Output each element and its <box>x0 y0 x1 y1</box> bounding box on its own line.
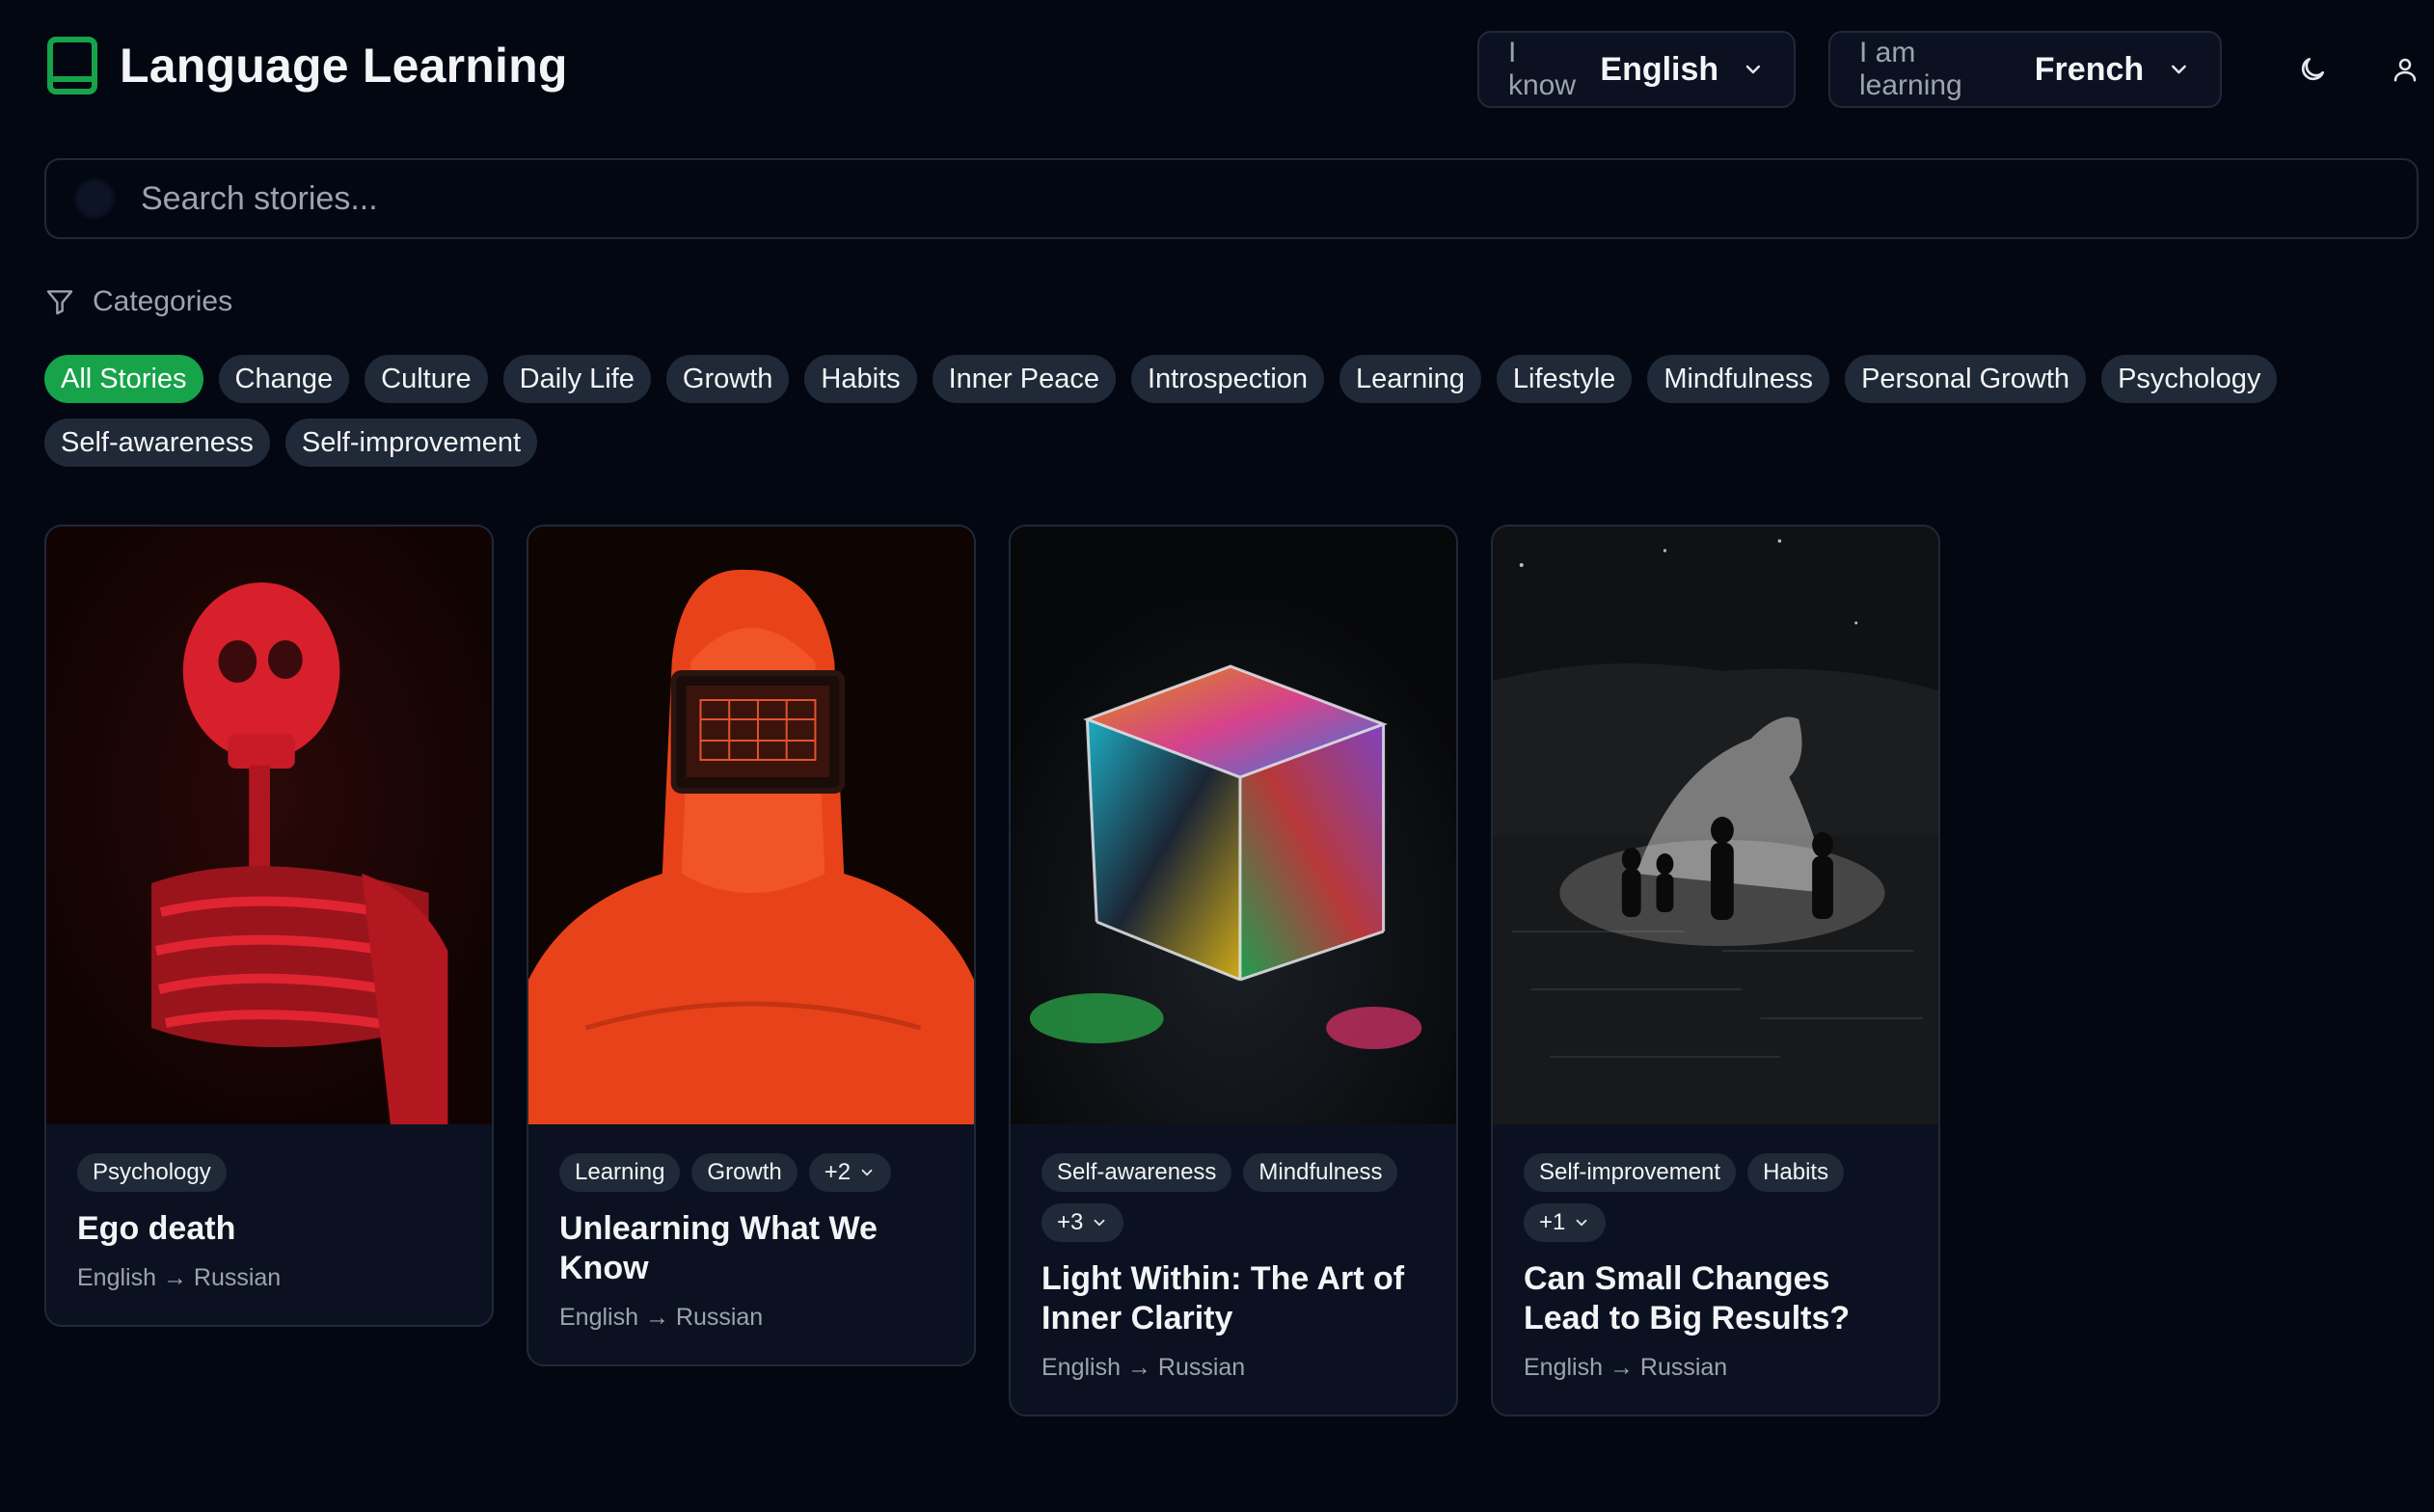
learning-language-select[interactable]: I am learning French <box>1828 31 2222 108</box>
story-languages: English → Russian <box>1041 1354 1246 1381</box>
category-chip-change[interactable]: Change <box>218 355 350 403</box>
header: Language Learning I know English I am le… <box>46 31 2417 112</box>
categories-heading: Categories <box>44 285 232 318</box>
story-tags: Self-awareness Mindfulness +3 <box>1041 1153 1425 1242</box>
book-icon <box>47 37 97 94</box>
category-chip-inner-peace[interactable]: Inner Peace <box>932 355 1116 403</box>
category-chip-lifestyle[interactable]: Lifestyle <box>1496 355 1633 403</box>
story-tag[interactable]: Growth <box>691 1153 798 1192</box>
more-tags-toggle[interactable]: +2 <box>808 1153 892 1192</box>
story-tag[interactable]: Mindfulness <box>1243 1153 1398 1192</box>
story-card-body: Learning Growth +2 Unlearning What We Kn… <box>528 1124 974 1364</box>
story-languages: English → Russian <box>559 1304 764 1331</box>
story-tag[interactable]: Habits <box>1747 1153 1845 1192</box>
user-icon <box>2393 58 2417 82</box>
story-card[interactable]: Self-improvement Habits +1 Can Small Cha… <box>1491 525 1940 1417</box>
filter-icon <box>46 290 73 315</box>
category-chip-all-stories[interactable]: All Stories <box>44 355 203 403</box>
category-chip-habits[interactable]: Habits <box>804 355 917 403</box>
page: Language Learning I know English I am le… <box>0 0 2434 1512</box>
story-tag[interactable]: Self-improvement <box>1524 1153 1737 1192</box>
category-chip-personal-growth[interactable]: Personal Growth <box>1845 355 2087 403</box>
moon-icon <box>2301 58 2324 81</box>
known-language-prefix: I know <box>1508 37 1577 101</box>
chevron-down-icon <box>2172 65 2187 74</box>
category-chip-daily-life[interactable]: Daily Life <box>502 355 651 403</box>
story-card-body: Self-awareness Mindfulness +3 Light With… <box>1011 1124 1456 1415</box>
category-chip-mindfulness[interactable]: Mindfulness <box>1647 355 1830 403</box>
story-image-prism-cube <box>1011 526 1456 1124</box>
category-chip-learning[interactable]: Learning <box>1339 355 1481 403</box>
story-image-ghost-figures-in-water <box>1493 526 1938 1124</box>
more-tags-count: +2 <box>824 1159 852 1185</box>
more-tags-toggle[interactable]: +1 <box>1524 1203 1607 1242</box>
category-chip-self-improvement[interactable]: Self-improvement <box>284 418 538 467</box>
user-menu-button[interactable] <box>2378 42 2432 96</box>
category-chip-growth[interactable]: Growth <box>665 355 790 403</box>
category-chip-introspection[interactable]: Introspection <box>1131 355 1325 403</box>
story-title[interactable]: Ego death <box>77 1209 461 1249</box>
story-tag[interactable]: Psychology <box>77 1153 227 1192</box>
story-card[interactable]: Psychology Ego death English → Russian <box>44 525 494 1327</box>
brand[interactable]: Language Learning <box>46 37 568 94</box>
category-chip-psychology[interactable]: Psychology <box>2101 355 2278 403</box>
chevron-down-icon <box>861 1169 873 1176</box>
category-chip-self-awareness[interactable]: Self-awareness <box>44 418 270 467</box>
categories-label: Categories <box>93 285 233 317</box>
story-image-red-skeleton <box>46 526 492 1124</box>
more-tags-count: +3 <box>1057 1209 1084 1235</box>
more-tags-count: +1 <box>1539 1209 1566 1235</box>
story-card-body: Psychology Ego death English → Russian <box>46 1124 492 1325</box>
app-title: Language Learning <box>120 39 568 93</box>
chevron-down-icon <box>1745 65 1761 74</box>
search-icon <box>75 179 114 218</box>
story-tags: Learning Growth +2 <box>559 1153 943 1192</box>
chevron-down-icon <box>1576 1219 1587 1227</box>
story-languages: English → Russian <box>77 1264 282 1291</box>
learning-language-value: French <box>2034 50 2145 88</box>
story-tag[interactable]: Self-awareness <box>1041 1153 1232 1192</box>
story-tags: Psychology <box>77 1153 461 1192</box>
theme-toggle-button[interactable] <box>2285 42 2339 96</box>
story-card-body: Self-improvement Habits +1 Can Small Cha… <box>1493 1124 1938 1415</box>
story-title[interactable]: Unlearning What We Know <box>559 1209 943 1288</box>
story-image-orange-figure-with-screen <box>528 526 974 1124</box>
story-card[interactable]: Self-awareness Mindfulness +3 Light With… <box>1009 525 1458 1417</box>
chevron-down-icon <box>1094 1219 1105 1227</box>
story-title[interactable]: Can Small Changes Lead to Big Results? <box>1524 1259 1907 1338</box>
story-card[interactable]: Learning Growth +2 Unlearning What We Kn… <box>527 525 976 1366</box>
search-input[interactable] <box>139 178 2388 219</box>
story-tag[interactable]: Learning <box>559 1153 681 1192</box>
story-title[interactable]: Light Within: The Art of Inner Clarity <box>1041 1259 1425 1338</box>
learning-language-prefix: I am learning <box>1859 37 1962 101</box>
search-bar[interactable] <box>44 158 2419 239</box>
category-chip-culture[interactable]: Culture <box>365 355 488 403</box>
known-language-value: English <box>1600 50 1719 88</box>
more-tags-toggle[interactable]: +3 <box>1041 1203 1124 1242</box>
known-language-select[interactable]: I know English <box>1477 31 1796 108</box>
story-languages: English → Russian <box>1524 1354 1728 1381</box>
story-tags: Self-improvement Habits +1 <box>1524 1153 1907 1242</box>
category-chips: All Stories Change Culture Daily Life Gr… <box>44 355 2378 467</box>
